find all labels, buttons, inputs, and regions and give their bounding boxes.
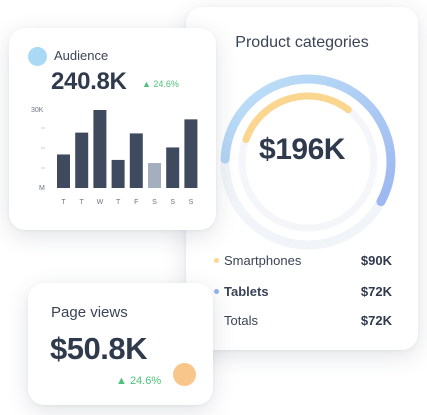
page-views-value: $50.8K (50, 331, 147, 366)
x-tick-label: W (97, 199, 104, 206)
audience-bar (111, 159, 125, 188)
audience-bar (166, 147, 180, 188)
audience-value: 240.8K (51, 68, 127, 95)
audience-card: Audience 240.8K ▲ 24.6% 30K M T T W T F S S S (9, 28, 216, 230)
smartphones-dot-icon (214, 258, 219, 263)
audience-bar-chart: 30K M T T W T F S S S (31, 107, 198, 206)
audience-bar (184, 119, 198, 188)
x-tick-label: T (80, 199, 85, 206)
product-categories-title: Product categories (235, 34, 369, 51)
legend-label: Smartphones (224, 253, 302, 268)
legend-row-tablets: Tablets $72K (214, 282, 392, 302)
page-views-dot-icon (173, 363, 196, 386)
legend-label: Totals (224, 313, 258, 328)
audience-change: ▲ 24.6% (142, 79, 179, 89)
legend-row-smartphones: Smartphones $90K (214, 251, 392, 271)
page-views-label: Page views (51, 304, 128, 321)
audience-bar (129, 133, 143, 188)
audience-label: Audience (54, 48, 109, 63)
x-tick-label: T (61, 199, 66, 206)
x-tick-label: S (170, 199, 175, 206)
legend-label: Tablets (224, 284, 269, 299)
audience-bar (148, 163, 161, 188)
audience-bar (57, 154, 70, 188)
legend-value: $72K (360, 284, 392, 299)
y-tick-label-top: 30K (31, 107, 44, 114)
page-views-change: ▲ 24.6% (116, 375, 162, 387)
audience-bar (75, 132, 89, 188)
legend-value: $90K (360, 253, 392, 268)
x-tick-label: S (189, 199, 194, 206)
legend-row-totals: Totals $72K (214, 311, 392, 331)
x-tick-label: T (116, 199, 121, 206)
product-categories-card: Product categories $196K Smartphones $90… (186, 7, 418, 350)
tablets-dot-icon (214, 289, 219, 294)
legend-value: $72K (360, 313, 392, 328)
audience-bar (93, 110, 107, 188)
y-tick-label-bottom: M (39, 185, 45, 192)
audience-dot-icon (28, 47, 47, 66)
x-tick-label: S (152, 199, 157, 206)
page-views-card: Page views $50.8K ▲ 24.6% (28, 283, 213, 405)
x-tick-label: F (134, 199, 138, 206)
donut-total-value: $196K (259, 133, 345, 166)
